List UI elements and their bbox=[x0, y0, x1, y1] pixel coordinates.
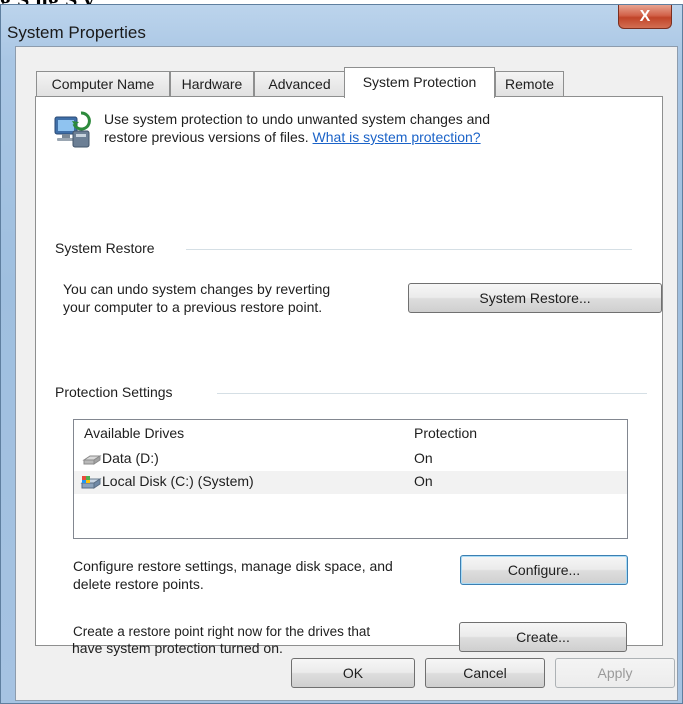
tab-hardware[interactable]: Hardware bbox=[170, 71, 254, 97]
protection-settings-divider bbox=[217, 393, 647, 394]
window-title: System Properties bbox=[7, 23, 146, 42]
column-available-drives[interactable]: Available Drives bbox=[84, 425, 184, 441]
what-is-system-protection-link[interactable]: What is system protection? bbox=[313, 129, 481, 145]
system-protection-panel: Use system protection to undo unwanted s… bbox=[35, 96, 663, 646]
drive-name: Local Disk (C:) (System) bbox=[102, 473, 254, 489]
drive-protection-status: On bbox=[414, 473, 433, 489]
close-icon: X bbox=[639, 7, 651, 25]
drive-row-local-disk[interactable]: Local Disk (C:) (System) On bbox=[74, 471, 627, 494]
intro-line-2: restore previous versions of files. What… bbox=[104, 128, 490, 146]
system-drive-icon bbox=[80, 476, 102, 489]
close-button[interactable]: X bbox=[618, 5, 672, 29]
system-restore-group-label: System Restore bbox=[55, 240, 155, 256]
create-desc-line-2-wrap: have system protection turned on. bbox=[72, 639, 283, 657]
intro-line-1: Use system protection to undo unwanted s… bbox=[104, 111, 490, 127]
drive-name: Data (D:) bbox=[102, 450, 159, 466]
system-properties-window: System Properties X Computer Name Hardwa… bbox=[0, 4, 683, 704]
tab-advanced[interactable]: Advanced bbox=[254, 71, 345, 97]
cancel-button[interactable]: Cancel bbox=[425, 658, 545, 688]
list-header: Available Drives Protection bbox=[74, 420, 627, 444]
available-drives-list[interactable]: Available Drives Protection Data (D:) On bbox=[73, 419, 628, 539]
ok-button[interactable]: OK bbox=[291, 658, 415, 688]
configure-desc-line-2: delete restore points. bbox=[73, 576, 204, 592]
apply-button[interactable]: Apply bbox=[555, 658, 675, 688]
create-desc-line-2: have system protection turned on. bbox=[72, 640, 283, 656]
system-restore-desc-line-2: your computer to a previous restore poin… bbox=[63, 299, 323, 315]
tab-system-protection[interactable]: System Protection bbox=[344, 67, 495, 98]
drive-icon bbox=[82, 455, 102, 465]
configure-description: Configure restore settings, manage disk … bbox=[73, 557, 393, 593]
intro-text: Use system protection to undo unwanted s… bbox=[104, 110, 490, 146]
configure-desc-line-1: Configure restore settings, manage disk … bbox=[73, 558, 393, 574]
drive-protection-status: On bbox=[414, 450, 433, 466]
system-protection-icon bbox=[54, 111, 91, 148]
intro-line-2-text: restore previous versions of files. bbox=[104, 129, 309, 145]
system-restore-button[interactable]: System Restore... bbox=[408, 283, 662, 313]
create-button[interactable]: Create... bbox=[459, 622, 627, 652]
column-protection[interactable]: Protection bbox=[414, 425, 477, 441]
dialog-client-area: Computer Name Hardware Advanced System P… bbox=[15, 46, 678, 701]
system-restore-description: You can undo system changes by reverting… bbox=[63, 280, 330, 316]
drive-row-data[interactable]: Data (D:) On bbox=[74, 448, 627, 471]
tab-remote[interactable]: Remote bbox=[495, 71, 564, 97]
protection-settings-group-label: Protection Settings bbox=[55, 384, 173, 400]
tab-computer-name[interactable]: Computer Name bbox=[36, 71, 170, 97]
system-restore-divider bbox=[186, 249, 632, 250]
configure-button[interactable]: Configure... bbox=[460, 555, 628, 585]
system-restore-desc-line-1: You can undo system changes by reverting bbox=[63, 281, 331, 297]
